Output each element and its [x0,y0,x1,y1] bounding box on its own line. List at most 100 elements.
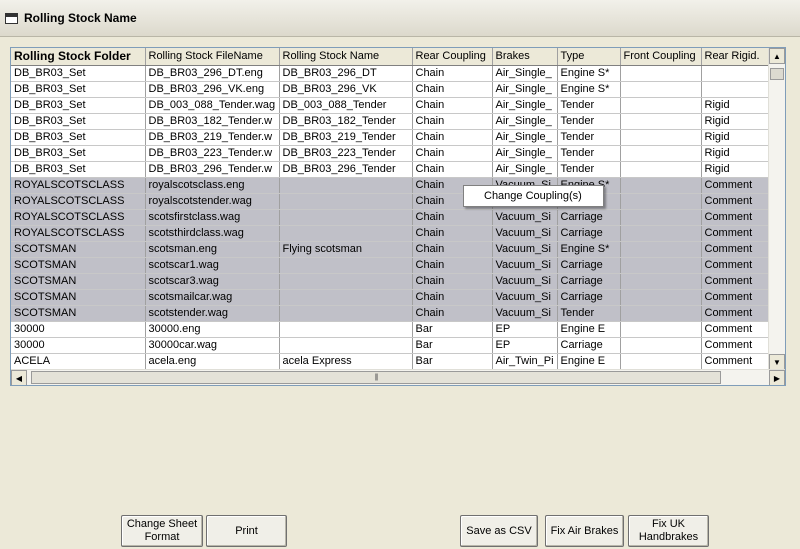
table-cell[interactable]: Rigid [701,161,769,178]
table-cell[interactable] [279,273,413,290]
rolling-stock-grid[interactable]: Rolling Stock Folder Rolling Stock FileNa… [10,47,786,386]
table-cell[interactable]: DB_BR03_Set [11,161,146,178]
table-cell[interactable]: Tender [557,129,621,146]
column-header[interactable]: Rear Rigid. [701,48,769,66]
table-cell[interactable]: DB_BR03_Set [11,97,146,114]
table-cell[interactable]: Comment [701,193,769,210]
table-cell[interactable] [620,289,702,306]
table-cell[interactable]: ACELA [11,353,146,370]
table-cell[interactable]: Chain [412,225,493,242]
change-sheet-format-button[interactable]: Change Sheet Format [121,515,203,547]
table-cell[interactable] [620,209,702,226]
table-cell[interactable]: Engine S* [557,241,621,258]
table-cell[interactable]: Chain [412,113,493,130]
table-cell[interactable] [620,113,702,130]
table-cell[interactable] [701,81,769,98]
table-cell[interactable]: Engine E [557,353,621,370]
table-cell[interactable]: Chain [412,289,493,306]
table-cell[interactable]: Comment [701,321,769,338]
table-cell[interactable]: Air_Single_ [492,161,558,178]
table-cell[interactable] [620,65,702,82]
table-cell[interactable]: DB_BR03_296_DT.eng [145,65,280,82]
table-cell[interactable]: Comment [701,289,769,306]
table-cell[interactable]: ROYALSCOTSCLASS [11,193,146,210]
table-row[interactable]: 30000 30000.eng Bar EP Engine E Comment [11,321,769,338]
table-cell[interactable]: Carriage [557,225,621,242]
table-cell[interactable]: SCOTSMAN [11,241,146,258]
table-row[interactable]: DB_BR03_Set DB_BR03_223_Tender.w DB_BR03_2… [11,145,769,162]
table-cell[interactable]: Chain [412,97,493,114]
table-cell[interactable]: scotsfirstclass.wag [145,209,280,226]
table-cell[interactable]: ROYALSCOTSCLASS [11,225,146,242]
table-cell[interactable]: Chain [412,81,493,98]
table-cell[interactable]: DB_BR03_182_Tender [279,113,413,130]
table-row[interactable]: DB_BR03_Set DB_BR03_296_DT.eng DB_BR03_296… [11,65,769,82]
table-cell[interactable]: acela Express [279,353,413,370]
table-cell[interactable]: DB_BR03_182_Tender.w [145,113,280,130]
table-cell[interactable] [620,321,702,338]
table-cell[interactable]: royalscotsclass.eng [145,177,280,194]
table-cell[interactable]: Tender [557,305,621,322]
table-cell[interactable]: Chain [412,257,493,274]
table-cell[interactable]: scotscar3.wag [145,273,280,290]
table-cell[interactable]: Vacuum_Si [492,273,558,290]
table-cell[interactable] [620,305,702,322]
table-cell[interactable] [279,289,413,306]
table-cell[interactable] [620,273,702,290]
column-header[interactable]: Rolling Stock Folder [11,48,146,66]
table-cell[interactable]: DB_BR03_219_Tender.w [145,129,280,146]
table-row[interactable]: DB_BR03_Set DB_BR03_182_Tender.w DB_BR03_1… [11,113,769,130]
table-cell[interactable]: Engine E [557,321,621,338]
table-cell[interactable]: Vacuum_Si [492,289,558,306]
table-cell[interactable]: 30000 [11,321,146,338]
table-cell[interactable]: DB_BR03_Set [11,129,146,146]
table-cell[interactable]: Rigid [701,145,769,162]
table-cell[interactable]: Vacuum_Si [492,225,558,242]
table-cell[interactable]: Chain [412,145,493,162]
table-cell[interactable] [279,321,413,338]
arrow-down-icon[interactable]: ▼ [769,354,785,370]
table-cell[interactable]: Engine S* [557,81,621,98]
vertical-scroll-thumb[interactable] [770,68,784,80]
table-cell[interactable]: ROYALSCOTSCLASS [11,177,146,194]
change-couplings-menu-item[interactable]: Change Coupling(s) [484,190,582,202]
table-cell[interactable]: Vacuum_Si [492,241,558,258]
table-row[interactable]: SCOTSMAN scotstender.wag Chain Vacuum_Si Ten… [11,305,769,322]
table-cell[interactable]: EP [492,321,558,338]
table-cell[interactable] [701,65,769,82]
table-cell[interactable]: DB_BR03_Set [11,145,146,162]
table-cell[interactable] [620,177,702,194]
table-cell[interactable]: DB_BR03_223_Tender [279,145,413,162]
table-cell[interactable]: scotscar1.wag [145,257,280,274]
fix-uk-handbrakes-button[interactable]: Fix UK Handbrakes [628,515,709,547]
table-cell[interactable]: Chain [412,209,493,226]
table-cell[interactable]: DB_003_088_Tender.wag [145,97,280,114]
table-cell[interactable]: Tender [557,145,621,162]
table-cell[interactable]: Comment [701,353,769,370]
table-cell[interactable]: Tender [557,113,621,130]
table-cell[interactable] [620,97,702,114]
table-cell[interactable]: DB_BR03_296_VK.eng [145,81,280,98]
table-cell[interactable]: Air_Single_ [492,129,558,146]
table-cell[interactable]: Carriage [557,337,621,354]
table-row[interactable]: DB_BR03_Set DB_003_088_Tender.wag DB_003_0… [11,97,769,114]
table-cell[interactable]: Chain [412,161,493,178]
table-cell[interactable] [279,305,413,322]
fix-air-brakes-button[interactable]: Fix Air Brakes [545,515,624,547]
table-row[interactable]: 30000 30000car.wag Bar EP Carriage Comment [11,337,769,354]
table-cell[interactable] [620,225,702,242]
table-cell[interactable]: scotsmailcar.wag [145,289,280,306]
table-cell[interactable] [620,337,702,354]
table-cell[interactable]: Rigid [701,97,769,114]
table-cell[interactable]: Rigid [701,129,769,146]
table-cell[interactable]: SCOTSMAN [11,273,146,290]
table-cell[interactable]: Vacuum_Si [492,257,558,274]
column-header[interactable]: Rear Coupling [412,48,493,66]
table-cell[interactable] [620,353,702,370]
table-cell[interactable]: Bar [412,337,493,354]
table-cell[interactable]: ROYALSCOTSCLASS [11,209,146,226]
table-cell[interactable]: Carriage [557,209,621,226]
horizontal-scrollbar[interactable]: ◀ ||| ▶ [11,369,785,385]
table-cell[interactable]: Air_Twin_Pi [492,353,558,370]
table-cell[interactable]: scotstender.wag [145,305,280,322]
